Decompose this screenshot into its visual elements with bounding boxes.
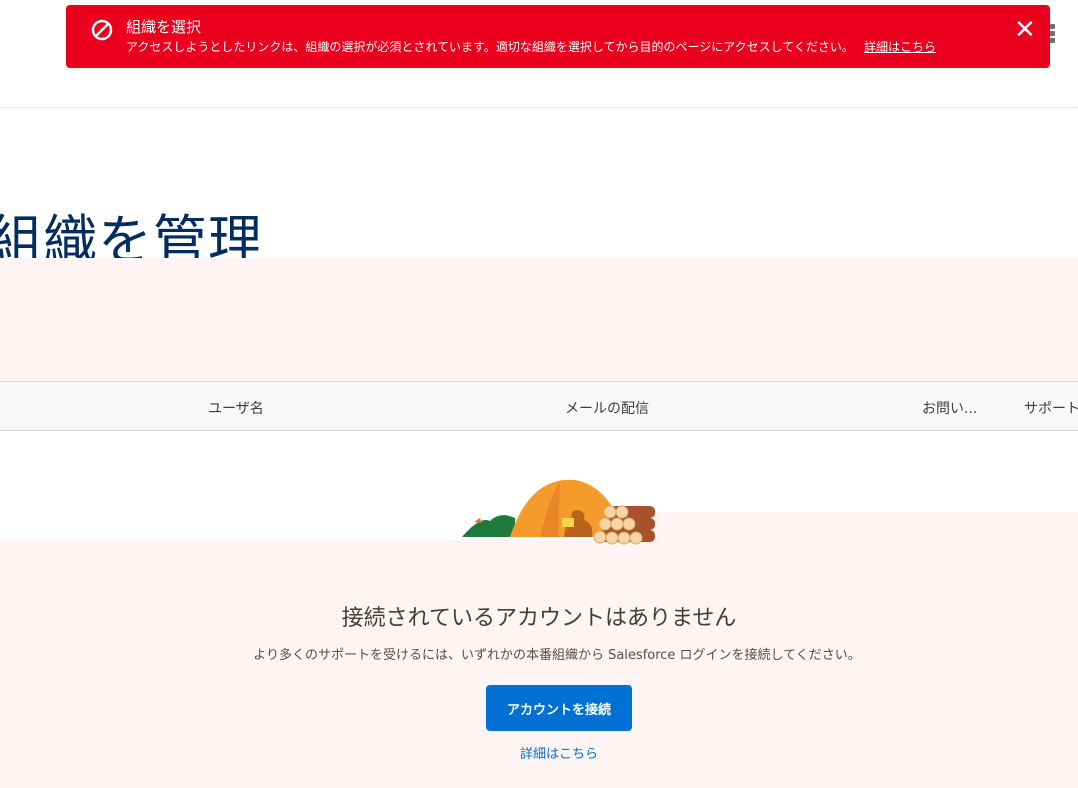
learn-more-link[interactable]: 詳細はこちら bbox=[0, 743, 1078, 762]
ban-icon bbox=[91, 19, 113, 41]
column-support[interactable]: サポート bbox=[1024, 398, 1078, 418]
empty-state-background-step bbox=[655, 512, 1078, 542]
toast-message-text: アクセスしようとしたリンクは、組織の選択が必須とされています。適切な組織を選択し… bbox=[126, 40, 854, 54]
toast-title: 組織を選択 bbox=[126, 18, 202, 36]
empty-state-title: 接続されているアカウントはありません bbox=[341, 606, 737, 631]
table-header: ユーザ名 メールの配信 お問い... サポート bbox=[0, 381, 1078, 431]
connect-account-button[interactable]: アカウントを接続 bbox=[486, 685, 632, 731]
empty-state-subtitle: より多くのサポートを受けるには、いずれかの本番組織から Salesforce ロ… bbox=[253, 648, 861, 663]
toast-learn-more-link[interactable]: 詳細はこちら bbox=[864, 40, 936, 54]
more-options-icon[interactable] bbox=[1050, 24, 1055, 45]
column-contact[interactable]: お問い... bbox=[922, 398, 977, 418]
column-username[interactable]: ユーザ名 bbox=[208, 398, 264, 418]
camping-illustration bbox=[462, 479, 655, 545]
header-band bbox=[0, 258, 1078, 382]
toast-message: アクセスしようとしたリンクは、組織の選択が必須とされています。適切な組織を選択し… bbox=[126, 38, 936, 55]
close-icon[interactable]: ✕ bbox=[1014, 17, 1036, 43]
error-toast: 組織を選択 アクセスしようとしたリンクは、組織の選択が必須とされています。適切な… bbox=[66, 5, 1050, 68]
column-email-delivery[interactable]: メールの配信 bbox=[565, 398, 649, 418]
